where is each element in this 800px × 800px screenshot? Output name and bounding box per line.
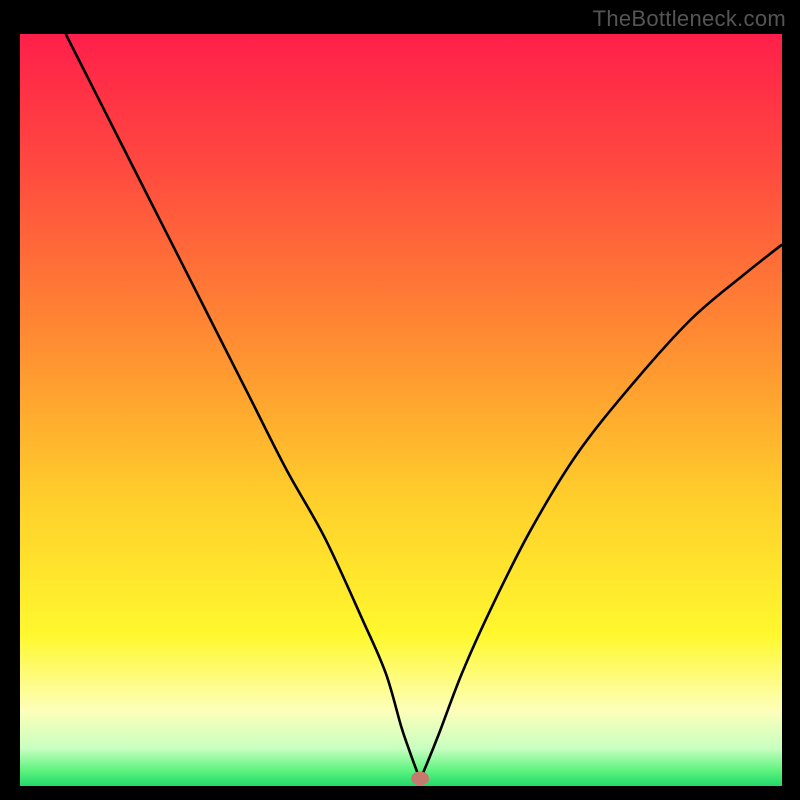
chart-svg	[20, 34, 782, 786]
chart-frame: TheBottleneck.com	[0, 0, 800, 800]
watermark-text: TheBottleneck.com	[593, 6, 786, 32]
chart-background	[20, 34, 782, 786]
marker-dot	[411, 771, 429, 785]
plot-area	[20, 34, 782, 786]
